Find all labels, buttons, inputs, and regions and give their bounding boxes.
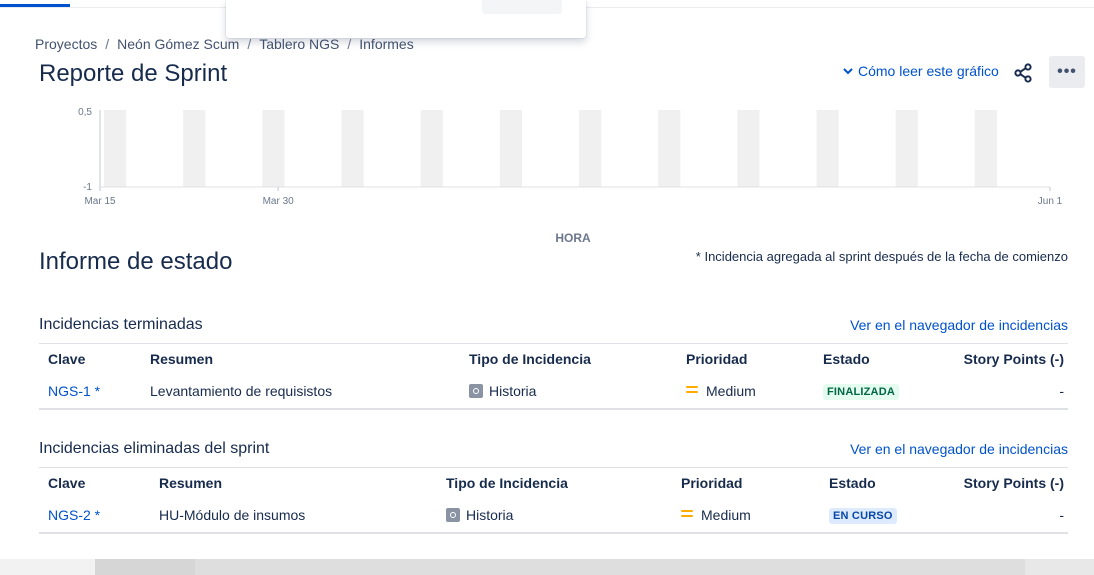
column-header-story-points[interactable]: Story Points (-) [950,467,1068,498]
x-tick-label: Mar 30 [263,196,295,207]
table-header-row: Clave Resumen Tipo de Incidencia Priorid… [39,343,1068,374]
chart-band [579,110,602,187]
breadcrumb-projects[interactable]: Proyectos [35,36,97,52]
chart-bands [104,110,997,187]
added-issue-note: * Incidencia agregada al sprint después … [695,249,1068,264]
issue-type-cell: Historia [460,374,677,410]
breadcrumb-separator: / [347,36,352,52]
removed-issues-table: Clave Resumen Tipo de Incidencia Priorid… [39,467,1068,534]
how-to-read-chart-link[interactable]: Cómo leer este gráfico [842,63,999,79]
status-badge: FINALIZADA [823,384,899,400]
column-header-type[interactable]: Tipo de Incidencia [437,467,672,498]
issue-status-cell: FINALIZADA [814,374,954,410]
issue-story-points: - [950,498,1068,534]
chart-band [341,110,364,187]
bottom-strip [0,559,1094,575]
chart-band [262,110,285,187]
column-header-priority[interactable]: Prioridad [672,467,820,498]
y-tick-label-bottom: -1 [83,182,92,193]
issue-priority: Medium [706,383,756,399]
x-axis-labels: Mar 15 Mar 30 Jun 1 [84,196,1062,207]
chart-band [420,110,443,187]
page-title: Reporte de Sprint [39,60,228,87]
removed-issues-title: Incidencias eliminadas del sprint [39,440,270,457]
chevron-down-icon [843,68,853,75]
column-header-status[interactable]: Estado [820,467,950,498]
popup-button[interactable] [482,0,562,14]
story-icon [469,384,483,398]
issue-summary: Levantamiento de requisistos [141,374,460,410]
breadcrumb-reports[interactable]: Informes [359,36,413,52]
breadcrumb-separator: / [105,36,110,52]
issue-priority: Medium [701,507,751,523]
y-tick-label-top: 0,5 [78,107,92,118]
table-row: NGS-1 * Levantamiento de requisistos His… [39,374,1068,410]
issue-type: Historia [466,507,514,523]
issue-summary: HU-Módulo de insumos [150,498,437,534]
column-header-summary[interactable]: Resumen [141,343,460,374]
dropdown-popup [226,0,586,38]
how-to-read-chart-label: Cómo leer este gráfico [858,63,999,79]
chart-band [816,110,839,187]
column-header-status[interactable]: Estado [814,343,954,374]
issue-priority-cell: Medium [672,498,820,534]
issue-priority-cell: Medium [677,374,814,410]
more-options-button[interactable]: ••• [1049,56,1085,88]
removed-issues-navigator-link[interactable]: Ver en el navegador de incidencias [850,441,1068,457]
status-badge: EN CURSO [829,508,897,524]
x-tick-label: Jun 1 [1038,196,1063,207]
completed-issues-title: Incidencias terminadas [39,316,203,333]
column-header-key[interactable]: Clave [39,343,141,374]
sprint-chart: 0,5 -1 Mar 15 Mar 30 Jun 1 [78,107,1063,207]
completed-issues-navigator-link[interactable]: Ver en el navegador de incidencias [850,317,1068,333]
issue-type-cell: Historia [437,498,672,534]
breadcrumb: Proyectos / Neón Gómez Scum / Tablero NGS / In… [35,36,414,52]
chart-band [499,110,522,187]
issue-status-cell: EN CURSO [820,498,950,534]
chart-band [895,110,918,187]
share-icon[interactable] [1011,61,1035,85]
chart-band [104,110,127,187]
story-icon [446,508,460,522]
x-axis-title: HORA [555,231,591,245]
table-row: NGS-2 * HU-Módulo de insumos Historia Me… [39,498,1068,534]
x-tick-label: Mar 15 [84,196,116,207]
ellipsis-icon: ••• [1057,63,1077,80]
chart-band [737,110,760,187]
column-header-summary[interactable]: Resumen [150,467,437,498]
status-report-title: Informe de estado [39,248,233,275]
column-header-key[interactable]: Clave [39,467,150,498]
chart-band [183,110,206,187]
issue-key-link[interactable]: NGS-2 * [48,507,100,523]
priority-medium-icon [686,386,698,394]
issue-story-points: - [954,374,1068,410]
column-header-story-points[interactable]: Story Points (-) [954,343,1068,374]
chart-band [974,110,997,187]
completed-issues-table: Clave Resumen Tipo de Incidencia Priorid… [39,343,1068,410]
table-header-row: Clave Resumen Tipo de Incidencia Priorid… [39,467,1068,498]
priority-medium-icon [681,510,693,518]
issue-type: Historia [489,383,537,399]
issue-key-link[interactable]: NGS-1 * [48,383,100,399]
breadcrumb-board[interactable]: Tablero NGS [259,36,339,52]
column-header-type[interactable]: Tipo de Incidencia [460,343,677,374]
breadcrumb-project[interactable]: Neón Gómez Scum [117,36,239,52]
column-header-priority[interactable]: Prioridad [677,343,814,374]
active-tab-indicator [0,4,70,7]
chart-band [658,110,681,187]
breadcrumb-separator: / [247,36,252,52]
